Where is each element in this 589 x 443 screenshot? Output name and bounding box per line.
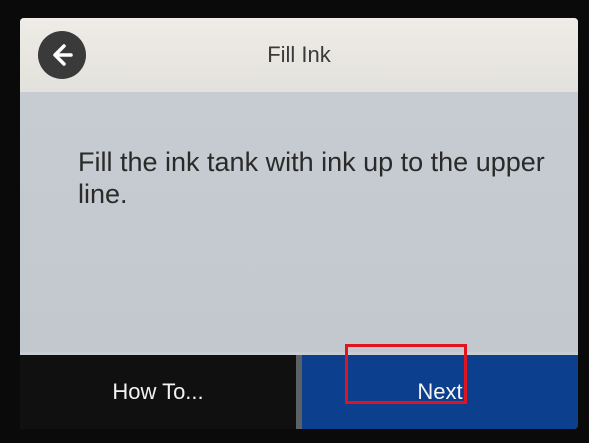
printer-screen: Fill Ink Fill the ink tank with ink up t… — [20, 18, 578, 429]
next-label: Next — [417, 379, 463, 404]
back-button[interactable] — [38, 31, 86, 79]
header-bar: Fill Ink — [20, 18, 578, 92]
instruction-message: Fill the ink tank with ink up to the upp… — [78, 147, 545, 209]
how-to-button[interactable]: How To... — [20, 355, 296, 429]
back-arrow-icon — [53, 44, 73, 66]
footer-bar: How To... Next — [20, 355, 578, 429]
message-area — [20, 92, 578, 352]
next-button[interactable]: Next — [302, 355, 578, 429]
page-title: Fill Ink — [267, 42, 331, 67]
how-to-label: How To... — [112, 379, 204, 404]
device-bezel: Fill Ink Fill the ink tank with ink up t… — [0, 0, 589, 443]
